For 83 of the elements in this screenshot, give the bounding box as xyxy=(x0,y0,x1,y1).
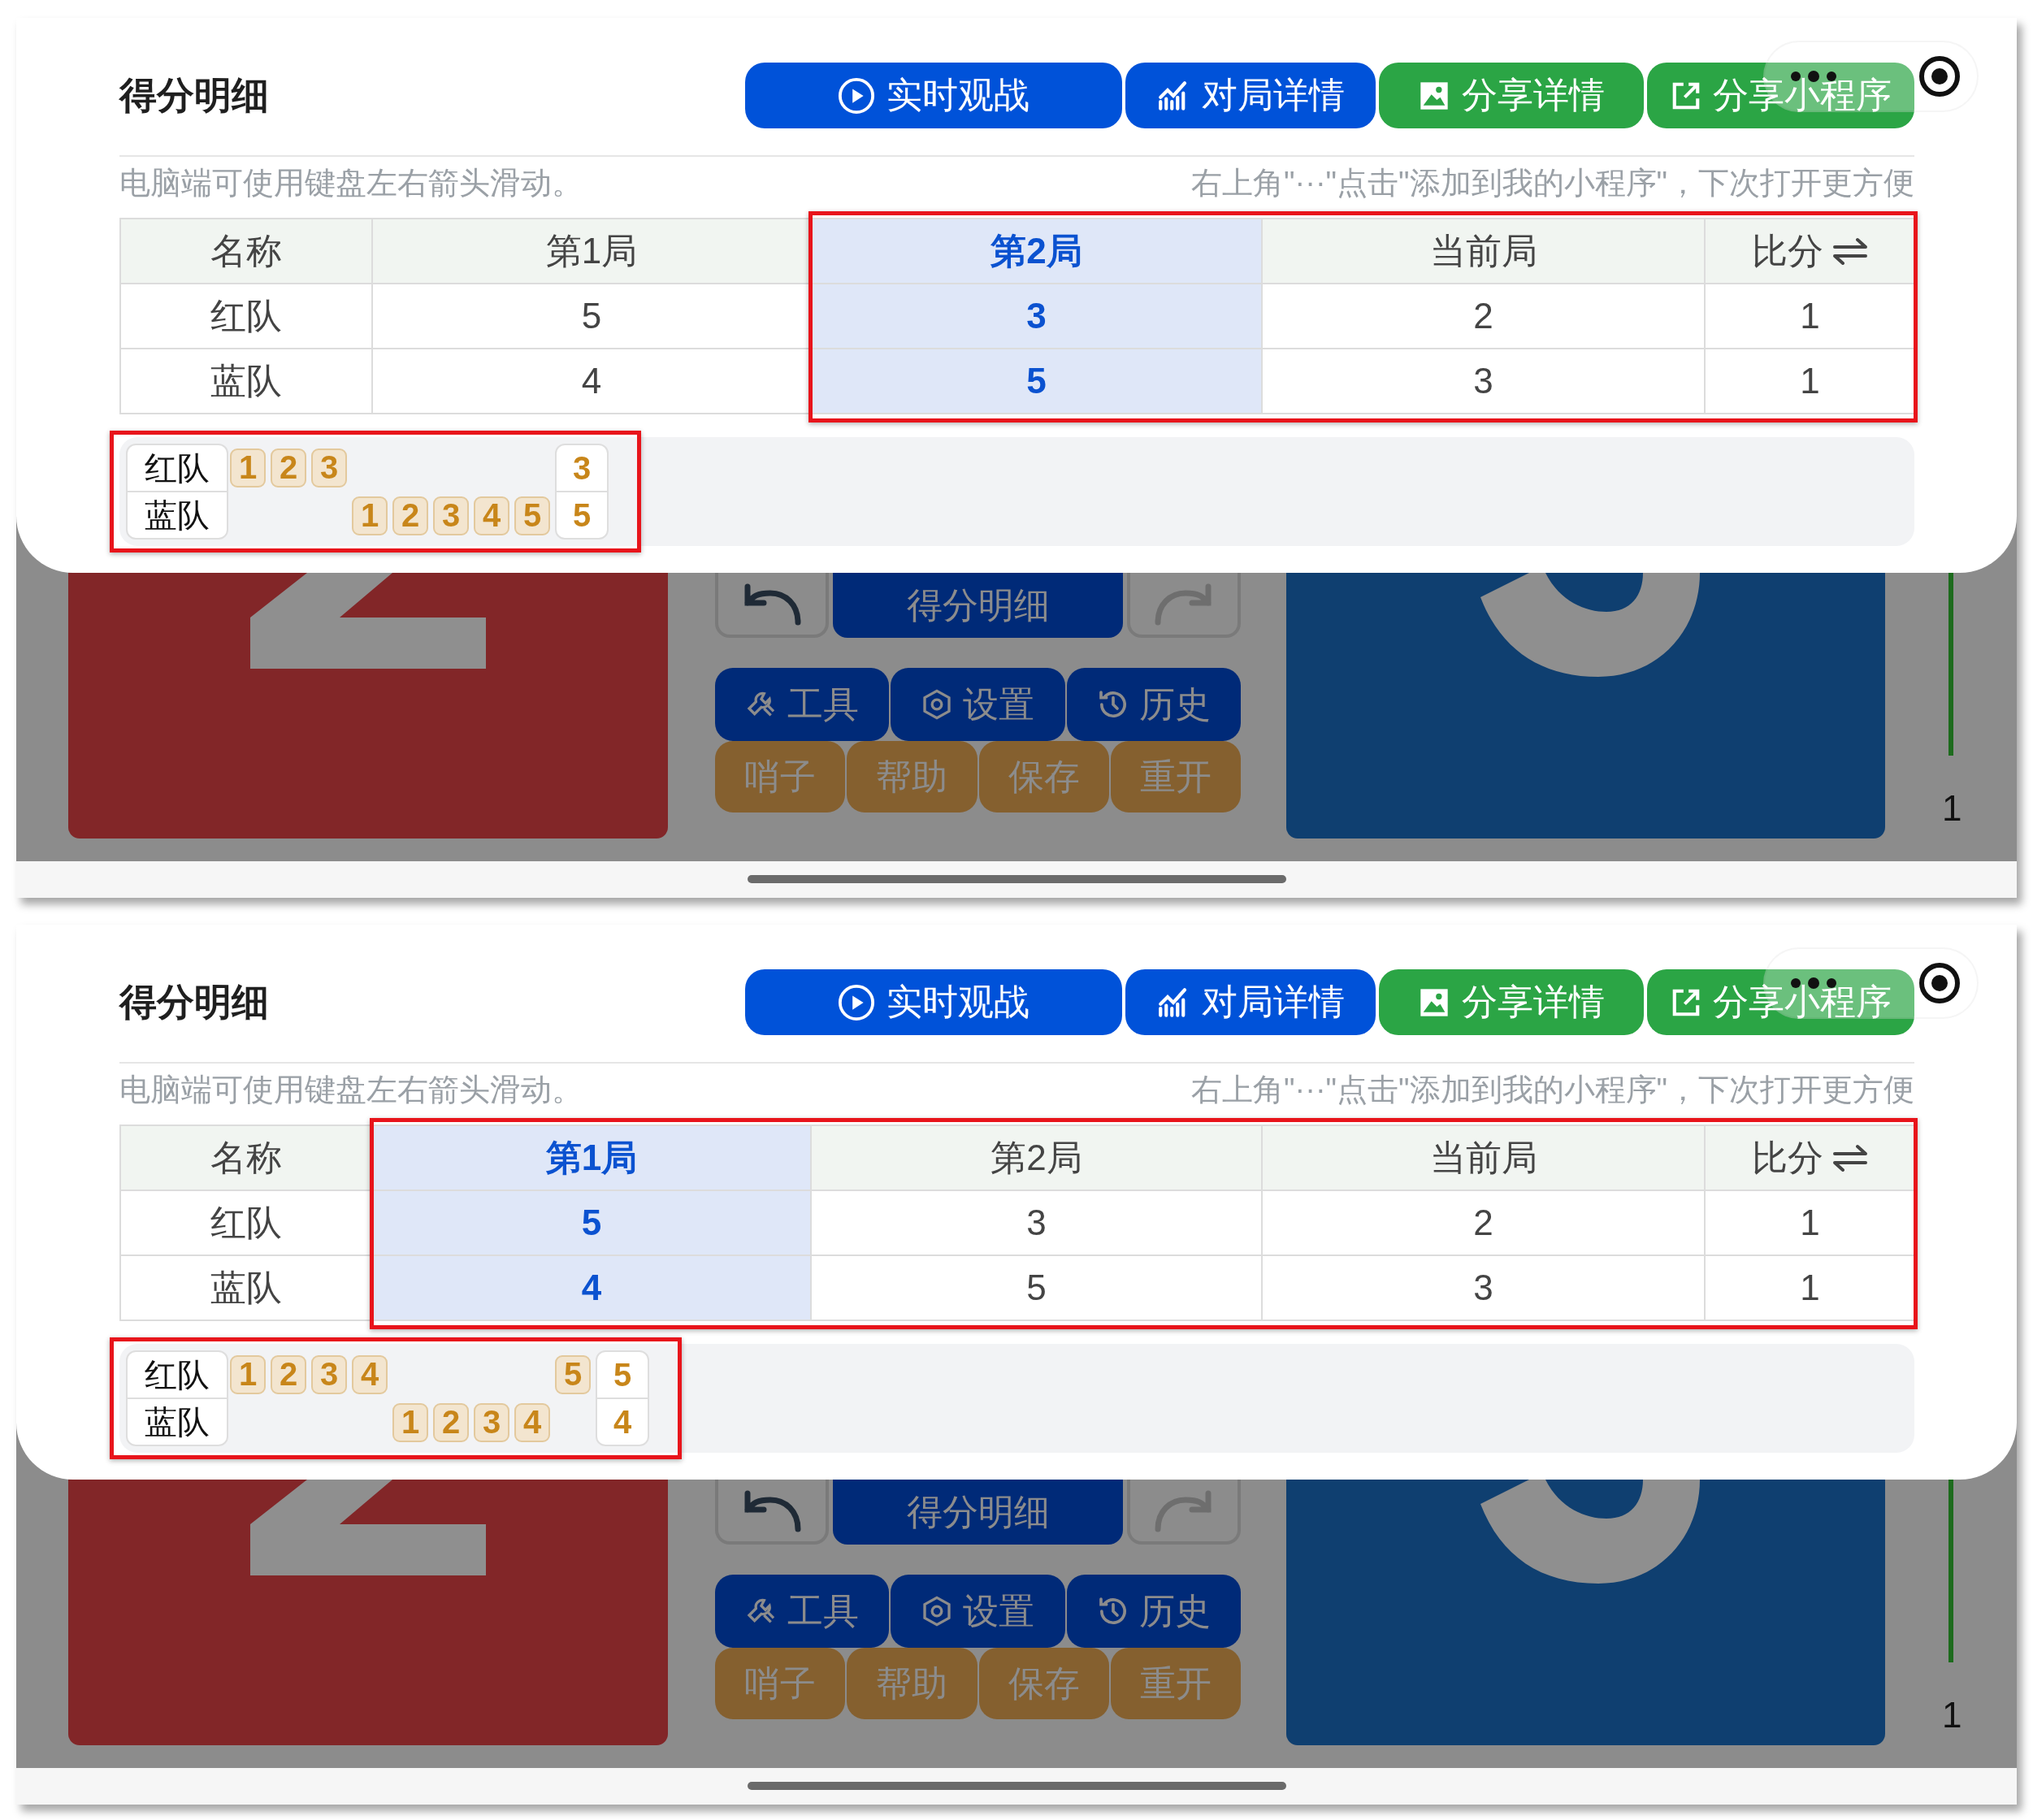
column-header: 比分 xyxy=(1751,229,1823,272)
hint-text: 电脑端可使用键盘左右箭头滑动。 xyxy=(119,164,583,202)
team-total: 5 xyxy=(571,496,592,535)
score-card[interactable] xyxy=(68,1480,668,1745)
score-detail-button[interactable]: 得分明细 xyxy=(833,573,1123,638)
panel-title: 得分明细 xyxy=(119,72,269,118)
table-cell: 蓝队 xyxy=(121,349,373,414)
action-button[interactable]: 分享详情 xyxy=(1379,63,1644,128)
point-chip: 3 xyxy=(433,496,469,535)
point-chip: 2 xyxy=(271,1354,306,1394)
column-header: 比分 xyxy=(1751,1136,1823,1179)
scrollbar-thumb[interactable] xyxy=(748,875,1286,883)
play-icon xyxy=(838,76,875,115)
table-cell: 2 xyxy=(1263,1191,1706,1256)
action-button[interactable]: 分享小程序 xyxy=(1647,63,1914,128)
action-button[interactable]: 对局详情 xyxy=(1125,969,1376,1035)
table-cell: 4 xyxy=(373,1256,812,1321)
score-detail-button[interactable]: 得分明细 xyxy=(833,1480,1123,1545)
column-header[interactable]: 当前局 xyxy=(1263,1126,1706,1191)
tool-button[interactable]: 工具 xyxy=(715,1575,890,1648)
table-cell: 5 xyxy=(812,349,1263,414)
team-name: 红队 xyxy=(128,445,227,492)
table-cell: 3 xyxy=(1263,1256,1706,1321)
tool-button[interactable]: 设置 xyxy=(891,1575,1065,1648)
point-chip: 4 xyxy=(514,1402,550,1442)
column-header[interactable]: 第2局 xyxy=(812,219,1263,284)
close-target-icon[interactable] xyxy=(1918,55,1961,98)
action-button[interactable]: 分享小程序 xyxy=(1647,969,1914,1035)
score-card[interactable] xyxy=(68,573,668,838)
team-total: 3 xyxy=(557,445,607,492)
team-name: 蓝队 xyxy=(144,1402,210,1441)
undo-button[interactable] xyxy=(715,1480,829,1545)
table-cell: 2 xyxy=(1263,284,1706,349)
team-name: 红队 xyxy=(128,1352,227,1399)
action-button[interactable]: 实时观战 xyxy=(745,969,1122,1035)
point-chip: 2 xyxy=(392,496,428,535)
tool-button[interactable]: 工具 xyxy=(715,668,890,741)
hint-text: 右上角"···"点击"添加到我的小程序"，下次打开更方便 xyxy=(1191,164,1914,202)
table-cell: 5 xyxy=(812,1256,1263,1321)
point-chip: 2 xyxy=(433,1402,469,1442)
action-button[interactable]: 实时观战 xyxy=(745,63,1122,128)
team-name: 蓝队 xyxy=(144,496,210,535)
score-card[interactable] xyxy=(1286,1480,1885,1745)
table-cell: 3 xyxy=(1263,349,1706,414)
close-target-icon[interactable] xyxy=(1918,962,1961,1004)
point-chip: 5 xyxy=(514,496,550,535)
point-chip: 1 xyxy=(230,1354,266,1394)
score-card[interactable] xyxy=(1286,573,1885,838)
point-chip: 4 xyxy=(474,496,509,535)
point-chip: 3 xyxy=(474,1402,509,1442)
table-cell: 5 xyxy=(373,1191,812,1256)
point-chip: 5 xyxy=(555,1354,591,1394)
panel-title: 得分明细 xyxy=(119,979,269,1025)
team-total: 4 xyxy=(612,1402,633,1441)
point-chip: 2 xyxy=(271,448,306,488)
point-chip: 4 xyxy=(352,1354,388,1394)
column-header[interactable]: 当前局 xyxy=(1263,219,1706,284)
tool-button[interactable]: 历史 xyxy=(1066,668,1241,741)
column-header[interactable]: 名称 xyxy=(121,219,373,284)
hint-text: 电脑端可使用键盘左右箭头滑动。 xyxy=(119,1071,583,1108)
hint-text: 右上角"···"点击"添加到我的小程序"，下次打开更方便 xyxy=(1191,1071,1914,1108)
point-chip: 1 xyxy=(392,1402,428,1442)
table-cell: 3 xyxy=(812,284,1263,349)
point-chip: 1 xyxy=(352,496,388,535)
swap-icon[interactable] xyxy=(1831,237,1869,265)
undo-button[interactable] xyxy=(715,573,829,638)
column-header[interactable]: 第2局 xyxy=(812,1126,1263,1191)
point-chip: 1 xyxy=(230,448,266,488)
tool-button[interactable]: 历史 xyxy=(1066,1575,1241,1648)
team-total: 5 xyxy=(597,1352,648,1399)
action-button[interactable]: 对局详情 xyxy=(1125,63,1376,128)
play-icon xyxy=(838,983,875,1021)
swap-icon[interactable] xyxy=(1831,1144,1869,1172)
point-chip: 3 xyxy=(311,1354,347,1394)
action-button[interactable]: 分享详情 xyxy=(1379,969,1644,1035)
column-header[interactable]: 第1局 xyxy=(373,1126,812,1191)
point-chip: 3 xyxy=(311,448,347,488)
side-count: 1 xyxy=(1942,1695,1962,1736)
side-count: 1 xyxy=(1942,788,1962,829)
table-cell: 3 xyxy=(812,1191,1263,1256)
table-cell: 红队 xyxy=(121,284,373,349)
scrollbar-thumb[interactable] xyxy=(748,1782,1286,1790)
tool-button[interactable]: 设置 xyxy=(891,668,1065,741)
